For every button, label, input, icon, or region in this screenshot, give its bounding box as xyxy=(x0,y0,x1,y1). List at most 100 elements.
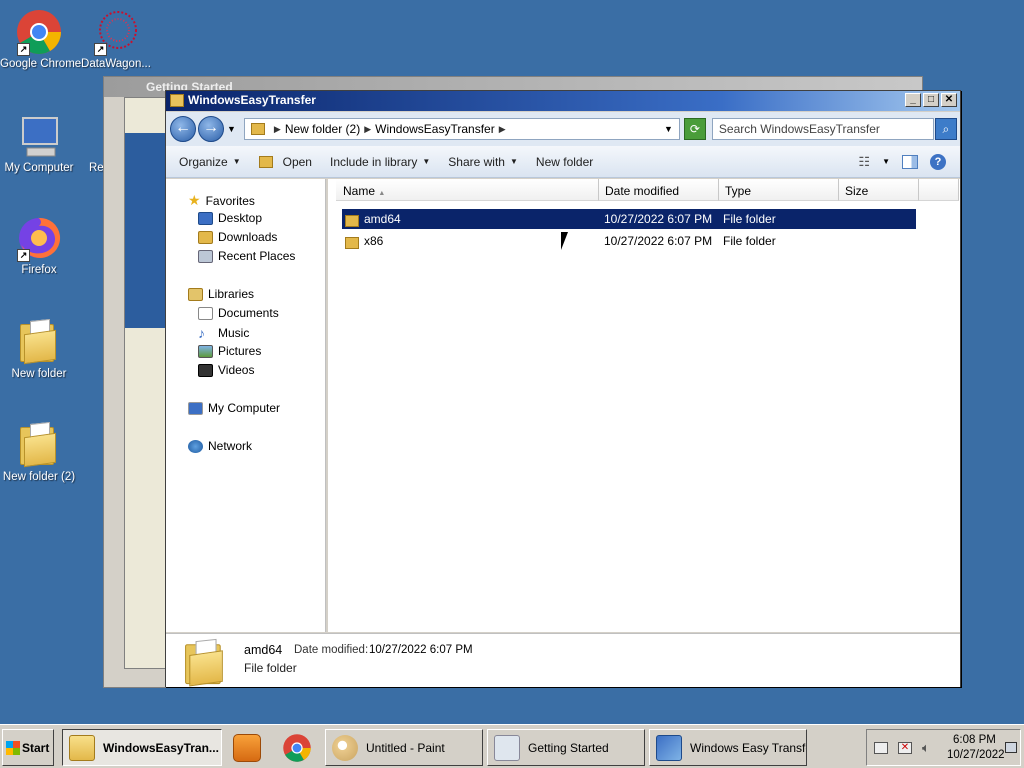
window-title: WindowsEasyTransfer xyxy=(188,93,316,107)
network-icon xyxy=(188,439,203,453)
clock-date[interactable]: 10/27/2022 xyxy=(947,749,1005,761)
desktop-icon-datawagon[interactable]: ↗ DataWagon... xyxy=(77,8,155,70)
chevron-down-icon[interactable]: ▼ xyxy=(882,157,890,166)
share-with-button[interactable]: Share with ▼ xyxy=(448,155,518,169)
taskbar-button-windowseasytransfer[interactable]: WindowsEasyTran... xyxy=(62,729,222,766)
include-in-library-button[interactable]: Include in library ▼ xyxy=(330,155,430,169)
column-header-extra[interactable] xyxy=(919,179,959,201)
system-tray: ✕ 🔈︎ 6:08 PM 10/27/2022 xyxy=(866,729,1021,766)
back-button[interactable]: ← xyxy=(170,116,196,142)
column-header-type[interactable]: Type xyxy=(719,179,839,201)
breadcrumb-arrow-icon[interactable]: ▶ xyxy=(274,124,281,135)
refresh-button[interactable]: ⟳ xyxy=(683,118,706,140)
nav-libraries[interactable]: Libraries xyxy=(188,287,254,301)
music-icon: ♪ xyxy=(198,325,205,341)
sort-up-icon: ▲ xyxy=(378,190,386,197)
address-bar[interactable]: ▶ New folder (2) ▶ WindowsEasyTransfer ▶… xyxy=(243,118,680,140)
media-player-icon[interactable] xyxy=(233,734,261,762)
desktop-icon-my-computer[interactable]: My Computer xyxy=(0,112,78,174)
chevron-down-icon: ▼ xyxy=(232,157,241,166)
column-label: Date modified xyxy=(605,184,680,198)
computer-icon xyxy=(15,112,63,160)
taskbar-button-label: WindowsEasyTran... xyxy=(103,740,219,755)
chrome-taskbar-icon[interactable] xyxy=(282,733,312,763)
maximize-button[interactable]: □ xyxy=(923,93,939,107)
volume-icon[interactable]: 🔈︎ xyxy=(922,740,930,756)
documents-icon xyxy=(198,306,213,320)
nav-documents[interactable]: Documents xyxy=(198,306,279,320)
close-button[interactable]: ✕ xyxy=(941,93,957,107)
open-button[interactable]: Open xyxy=(258,155,312,169)
nav-label: My Computer xyxy=(208,401,281,415)
easy-transfer-icon xyxy=(656,734,682,761)
shortcut-arrow-icon: ↗ xyxy=(94,43,107,56)
desktop-icon-label: Firefox xyxy=(21,264,57,276)
nav-videos[interactable]: Videos xyxy=(198,363,254,377)
nav-label: Documents xyxy=(218,306,279,320)
folder-icon xyxy=(170,94,184,107)
clock-time[interactable]: 6:08 PM xyxy=(953,734,996,746)
breadcrumb-item[interactable]: WindowsEasyTransfer xyxy=(375,122,495,136)
file-name: amd64 xyxy=(364,212,401,226)
table-row[interactable]: x86 10/27/2022 6:07 PM File folder xyxy=(342,231,916,251)
nav-pictures[interactable]: Pictures xyxy=(198,344,261,358)
table-row[interactable]: amd64 10/27/2022 6:07 PM File folder xyxy=(342,209,916,229)
column-header-name[interactable]: Name ▲ xyxy=(336,179,599,201)
nav-music[interactable]: ♪ Music xyxy=(198,325,249,341)
network-tray-icon[interactable] xyxy=(874,742,888,754)
start-button[interactable]: Start xyxy=(2,729,54,766)
file-type: File folder xyxy=(723,212,776,226)
desktop-icon-chrome[interactable]: ↗ Google Chrome xyxy=(0,8,82,70)
new-folder-button[interactable]: New folder xyxy=(536,155,593,169)
search-input[interactable]: Search WindowsEasyTransfer xyxy=(711,118,934,140)
start-label: Start xyxy=(22,740,50,755)
paint-icon xyxy=(332,734,358,761)
taskbar-button-paint[interactable]: Untitled - Paint xyxy=(325,729,483,766)
desktop-icon-label: Google Chrome xyxy=(0,58,82,70)
mouse-cursor-icon xyxy=(561,232,568,250)
view-options-icon[interactable]: ☷ xyxy=(858,154,870,170)
nav-desktop[interactable]: Desktop xyxy=(198,211,262,225)
preview-pane-icon[interactable] xyxy=(902,154,918,169)
nav-label: Pictures xyxy=(218,344,262,358)
desktop-icon-new-folder-2[interactable]: New folder (2) xyxy=(0,419,78,483)
getting-started-icon xyxy=(494,734,520,761)
details-name: amd64 xyxy=(244,643,283,657)
new-folder-label: New folder xyxy=(535,154,594,169)
help-icon[interactable]: ? xyxy=(930,153,946,170)
minimize-button[interactable]: _ xyxy=(905,93,921,107)
nav-my-computer[interactable]: My Computer xyxy=(188,401,280,415)
file-date: 10/27/2022 6:07 PM xyxy=(604,234,713,248)
nav-downloads[interactable]: Downloads xyxy=(198,230,277,244)
nav-network[interactable]: Network xyxy=(188,439,252,453)
nav-favorites[interactable]: ★ Favorites xyxy=(188,192,255,209)
desktop-icon-new-folder[interactable]: New folder xyxy=(0,316,78,380)
forward-button[interactable]: → xyxy=(198,116,224,142)
nav-recent-places[interactable]: Recent Places xyxy=(198,249,295,263)
taskbar-button-getting-started[interactable]: Getting Started xyxy=(487,729,645,766)
details-type: File folder xyxy=(244,661,297,675)
file-type: File folder xyxy=(723,234,776,248)
chevron-down-icon[interactable]: ▼ xyxy=(227,124,236,134)
action-center-icon[interactable]: ✕ xyxy=(898,742,912,754)
breadcrumb-arrow-icon[interactable]: ▶ xyxy=(499,124,506,135)
column-label: Size xyxy=(845,184,869,198)
column-header-date[interactable]: Date modified xyxy=(599,179,719,201)
show-desktop-icon[interactable] xyxy=(1005,742,1017,753)
organize-button[interactable]: Organize ▼ xyxy=(179,155,241,169)
chrome-icon: ↗ xyxy=(15,8,63,56)
folder-icon xyxy=(250,123,265,135)
column-header-size[interactable]: Size xyxy=(839,179,919,201)
explorer-titlebar[interactable]: WindowsEasyTransfer _ □ ✕ xyxy=(166,91,960,111)
nav-label: Videos xyxy=(218,363,255,377)
desktop-icon-firefox[interactable]: ↗ Firefox xyxy=(0,214,78,276)
breadcrumb-item[interactable]: New folder (2) xyxy=(285,122,360,136)
taskbar-button-windows-easy-transfer[interactable]: Windows Easy Transfer xyxy=(649,729,807,766)
share-label: Share with xyxy=(448,154,505,169)
explorer-window[interactable]: WindowsEasyTransfer _ □ ✕ ← → ▼ ▶ New fo… xyxy=(165,90,961,687)
chevron-down-icon[interactable]: ▼ xyxy=(664,124,673,134)
search-icon[interactable]: ⌕ xyxy=(934,118,957,140)
breadcrumb-arrow-icon[interactable]: ▶ xyxy=(364,124,371,135)
nav-label: Downloads xyxy=(218,230,278,244)
desktop-icon-label: New folder (2) xyxy=(2,471,76,483)
